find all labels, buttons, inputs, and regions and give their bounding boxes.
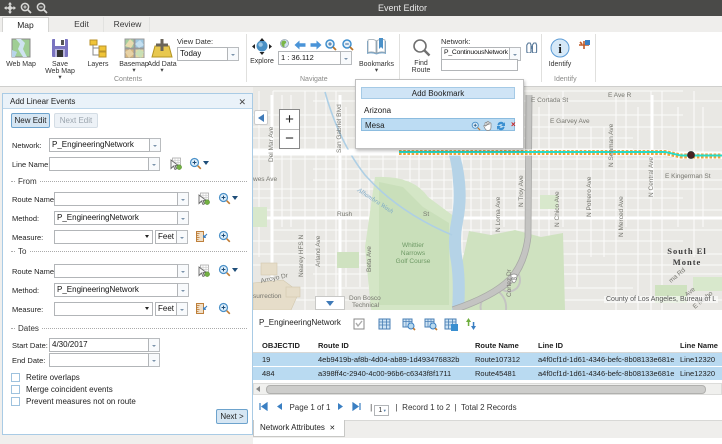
svg-text:N Loma Ave: N Loma Ave (495, 196, 502, 232)
svg-text:South El: South El (667, 246, 706, 256)
svg-text:N Seaman Ave: N Seaman Ave (608, 123, 615, 167)
svg-text:Golf Course: Golf Course (396, 258, 431, 265)
svg-text:Whittier: Whittier (402, 242, 425, 249)
svg-text:E Ave R: E Ave R (608, 92, 632, 99)
svg-text:Arland Ave: Arland Ave (315, 235, 322, 267)
svg-text:Rush: Rush (337, 211, 353, 218)
svg-text:N Merced Ave: N Merced Ave (618, 196, 625, 237)
svg-text:N Central Ave: N Central Ave (648, 157, 655, 197)
svg-text:E Kingerman St: E Kingerman St (665, 173, 711, 180)
svg-text:Del Mar Ave: Del Mar Ave (268, 126, 275, 162)
svg-text:Beta Ave: Beta Ave (366, 246, 373, 272)
svg-text:E Cortada St: E Cortada St (531, 97, 568, 104)
svg-text:San Gabriel Blvd: San Gabriel Blvd (336, 104, 343, 153)
svg-text:N Potrero Ave: N Potrero Ave (586, 176, 593, 217)
svg-text:wes Ave: wes Ave (253, 176, 277, 183)
svg-text:Don Bosco: Don Bosco (349, 295, 381, 302)
svg-text:Nearey HFS N: Nearey HFS N (298, 234, 305, 277)
svg-text:i: i (558, 41, 562, 56)
svg-text:Monte: Monte (673, 257, 702, 267)
svg-text:60: 60 (511, 276, 517, 281)
svg-text:St: St (423, 211, 429, 218)
svg-text:Narrows: Narrows (401, 250, 426, 257)
svg-text:surrection: surrection (253, 293, 282, 300)
svg-text:Cortez Dr: Cortez Dr (506, 268, 513, 297)
svg-text:E Garvey Ave: E Garvey Ave (550, 118, 590, 125)
svg-text:N Troy Ave: N Troy Ave (518, 175, 525, 207)
svg-text:N Chico Ave: N Chico Ave (554, 191, 561, 227)
svg-text:Technical: Technical (352, 302, 380, 309)
